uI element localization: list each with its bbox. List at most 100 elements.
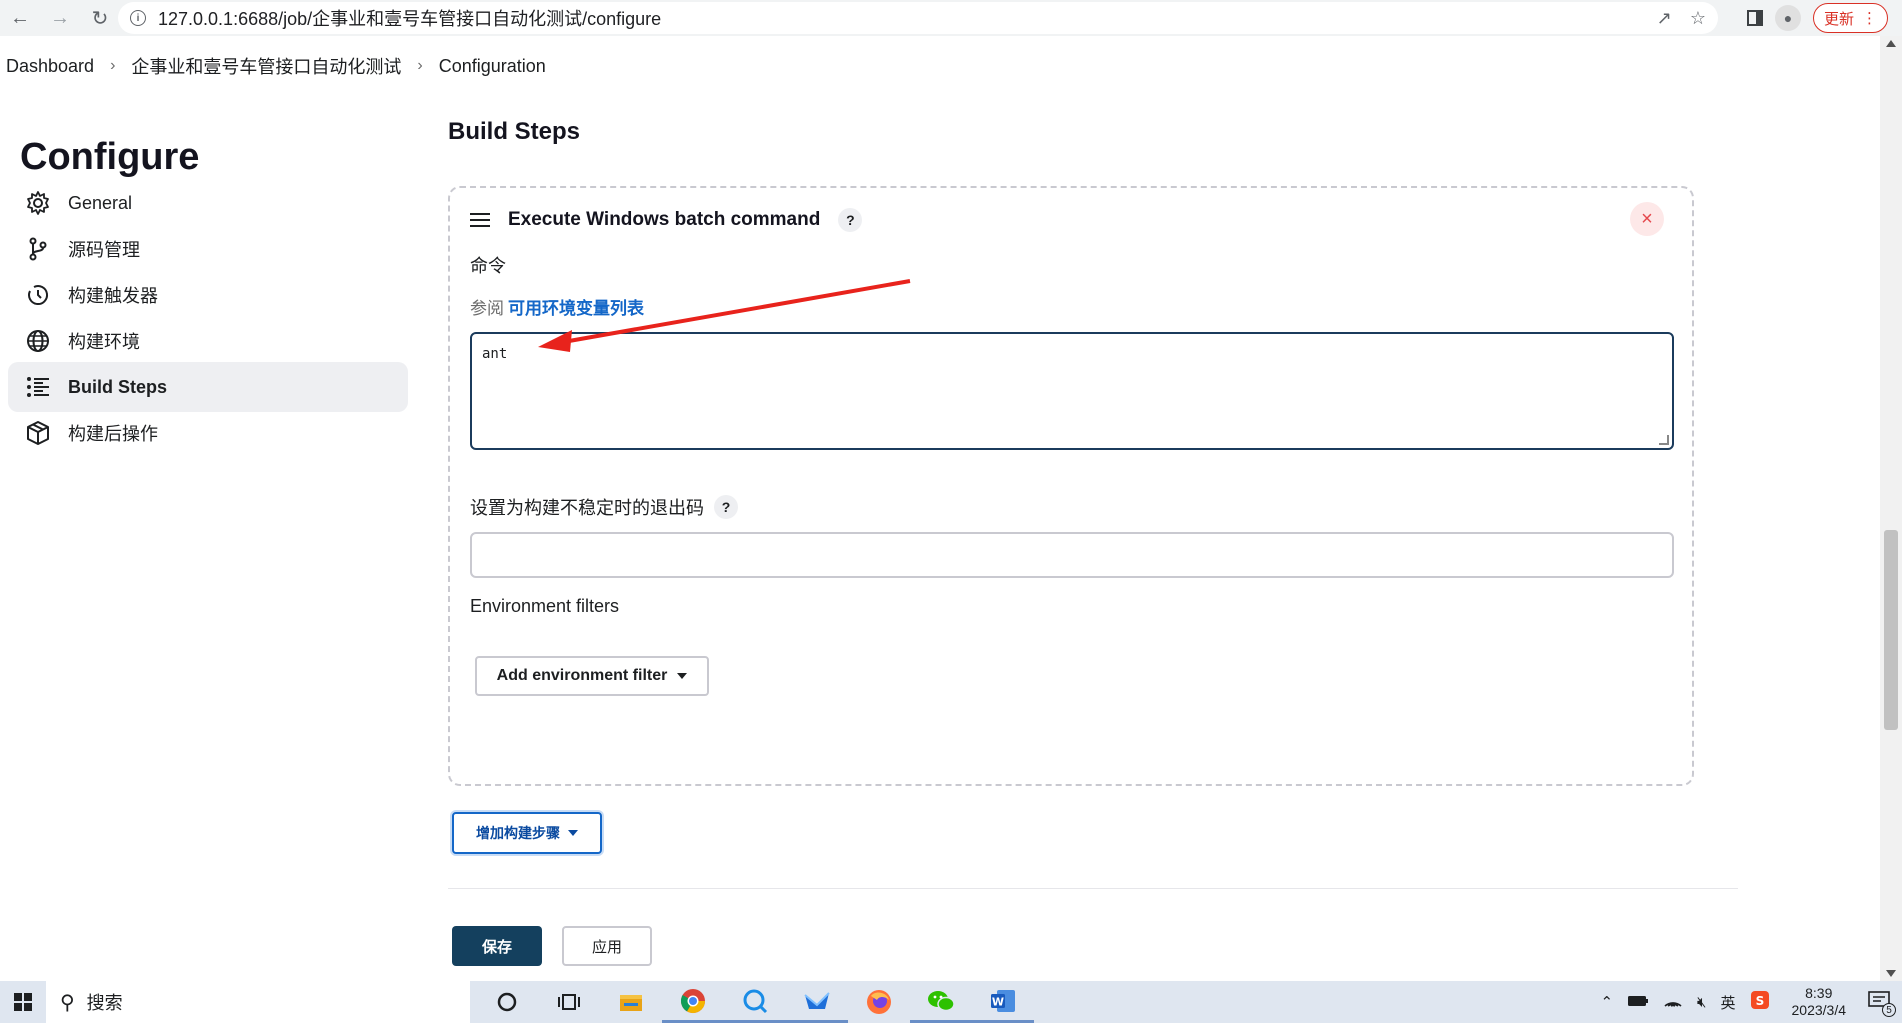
- sidebar-item-general[interactable]: General: [8, 178, 408, 228]
- see-also-prefix: 参阅: [470, 299, 504, 318]
- ime-indicator[interactable]: 英: [1720, 992, 1735, 1013]
- add-build-step-label: 增加构建步骤: [476, 825, 560, 841]
- bird-app-icon[interactable]: [786, 981, 848, 1023]
- clock-time: 8:39: [1805, 985, 1833, 1001]
- taskbar-search-label: 搜索: [86, 993, 123, 1013]
- gear-icon: [24, 189, 52, 217]
- back-icon[interactable]: ←: [0, 0, 40, 36]
- add-build-step-button[interactable]: 增加构建步骤: [452, 812, 602, 854]
- sidebar-item-build-steps[interactable]: Build Steps: [8, 362, 408, 412]
- battery-icon[interactable]: [1627, 994, 1649, 1011]
- address-bar[interactable]: i 127.0.0.1:6688/job/企事业和壹号车管接口自动化测试/con…: [118, 2, 1718, 34]
- browser-toolbar: ← → ↻ i 127.0.0.1:6688/job/企事业和壹号车管接口自动化…: [0, 0, 1902, 36]
- unstable-exit-code-label: 设置为构建不稳定时的退出码 ?: [470, 494, 738, 520]
- command-value[interactable]: ant: [482, 346, 507, 362]
- scroll-down-icon[interactable]: [1886, 970, 1896, 977]
- sidebar: Configure General 源码管理 构建触发器 构建环境 Build …: [0, 96, 420, 981]
- resize-handle-icon[interactable]: [1659, 435, 1669, 445]
- sogou-icon[interactable]: S: [1750, 990, 1770, 1014]
- caret-down-icon: [568, 830, 578, 836]
- scrollbar-thumb[interactable]: [1884, 530, 1898, 730]
- drag-handle-icon[interactable]: [470, 213, 490, 227]
- task-view-icon[interactable]: [538, 981, 600, 1023]
- breadcrumb-configuration[interactable]: Configuration: [439, 56, 546, 77]
- forward-icon[interactable]: →: [40, 0, 80, 36]
- word-icon[interactable]: W: [972, 981, 1034, 1023]
- add-environment-filter-label: Add environment filter: [496, 667, 668, 684]
- taskbar: ⚲ 搜索 W ⌃ 🔇︎ 英 S 8:39 2023/3/4 5: [0, 981, 1902, 1023]
- sidebar-item-triggers[interactable]: 构建触发器: [8, 270, 408, 320]
- see-also: 参阅 可用环境变量列表: [470, 294, 644, 319]
- help-icon[interactable]: ?: [838, 208, 863, 232]
- system-tray: ⌃ 🔇︎ 英 S 8:39 2023/3/4 5: [1600, 981, 1896, 1023]
- share-icon[interactable]: ↗: [1657, 8, 1672, 29]
- env-vars-link[interactable]: 可用环境变量列表: [508, 299, 644, 318]
- sidebar-item-label: Build Steps: [68, 376, 168, 397]
- cube-icon: [24, 419, 52, 447]
- taskbar-apps: W: [476, 981, 1034, 1023]
- notification-icon[interactable]: 5: [1868, 991, 1896, 1017]
- breadcrumb-job[interactable]: 企事业和壹号车管接口自动化测试: [131, 53, 401, 79]
- scroll-up-icon[interactable]: [1886, 40, 1896, 47]
- add-environment-filter-button[interactable]: Add environment filter: [475, 656, 709, 696]
- command-textarea[interactable]: ant: [470, 332, 1674, 450]
- apply-button[interactable]: 应用: [562, 926, 652, 966]
- cortana-icon[interactable]: [476, 981, 538, 1023]
- help-icon[interactable]: ?: [714, 495, 738, 519]
- sidebar-item-label: 构建环境: [68, 332, 140, 352]
- wechat-icon[interactable]: [910, 981, 972, 1023]
- unstable-label-text: 设置为构建不稳定时的退出码: [470, 498, 704, 518]
- step-title: Execute Windows batch command: [508, 209, 821, 230]
- chrome-icon[interactable]: [662, 981, 724, 1023]
- clock[interactable]: 8:39 2023/3/4: [1792, 985, 1847, 1019]
- caret-down-icon: [677, 673, 688, 679]
- sidebar-item-label: 构建触发器: [68, 286, 158, 306]
- reload-icon[interactable]: ↻: [80, 0, 120, 36]
- firefox-icon[interactable]: [848, 981, 910, 1023]
- sidebar-item-post-build[interactable]: 构建后操作: [8, 408, 408, 458]
- taskbar-search[interactable]: ⚲ 搜索: [46, 981, 470, 1023]
- page-scrollbar[interactable]: [1880, 36, 1902, 981]
- page-title: Configure: [20, 136, 200, 178]
- svg-text:S: S: [1755, 994, 1764, 1008]
- address-url[interactable]: 127.0.0.1:6688/job/企事业和壹号车管接口自动化测试/confi…: [158, 5, 661, 31]
- save-button[interactable]: 保存: [452, 926, 542, 966]
- breadcrumb: Dashboard › 企事业和壹号车管接口自动化测试 › Configurat…: [0, 36, 1880, 96]
- globe-icon: [24, 327, 52, 355]
- close-icon[interactable]: ×: [1630, 202, 1664, 236]
- sidebar-item-environment[interactable]: 构建环境: [8, 316, 408, 366]
- speaker-muted-icon[interactable]: 🔇︎: [1697, 994, 1706, 1011]
- messenger-app-icon[interactable]: [724, 981, 786, 1023]
- side-panel-icon[interactable]: [1746, 10, 1763, 26]
- menu-dots-icon: ⋮: [1862, 10, 1877, 27]
- divider: [448, 888, 1738, 889]
- sidebar-item-label: 源码管理: [68, 240, 140, 260]
- windows-start-icon[interactable]: [0, 981, 46, 1023]
- chevron-up-icon[interactable]: ⌃: [1600, 993, 1613, 1011]
- step-header: Execute Windows batch command ?: [470, 208, 863, 232]
- section-title: Build Steps: [448, 118, 581, 145]
- branch-icon: [24, 235, 52, 263]
- unstable-exit-code-input[interactable]: [470, 532, 1674, 578]
- env-filters-label: Environment filters: [470, 596, 620, 616]
- breadcrumb-dashboard[interactable]: Dashboard: [6, 56, 94, 77]
- file-explorer-icon[interactable]: [600, 981, 662, 1023]
- chevron-right-icon: ›: [110, 57, 116, 74]
- update-label: 更新: [1823, 10, 1854, 28]
- search-icon: ⚲: [60, 991, 75, 1014]
- sidebar-item-label: General: [68, 192, 133, 213]
- clock-icon: [24, 281, 52, 309]
- svg-text:W: W: [992, 995, 1004, 1008]
- build-step-card: Execute Windows batch command ? × 命令 参阅可…: [448, 186, 1694, 786]
- update-button[interactable]: 更新 ⋮: [1812, 3, 1888, 33]
- site-info-icon[interactable]: i: [130, 10, 146, 26]
- sidebar-item-scm[interactable]: 源码管理: [8, 224, 408, 274]
- bookmark-star-icon[interactable]: ☆: [1690, 8, 1706, 29]
- wifi-icon[interactable]: [1663, 992, 1683, 1012]
- chevron-right-icon: ›: [417, 57, 423, 74]
- notification-count: 5: [1882, 1003, 1896, 1017]
- list-icon: [24, 373, 52, 401]
- clock-date: 2023/3/4: [1791, 1002, 1847, 1018]
- profile-avatar-icon[interactable]: ●: [1774, 5, 1801, 31]
- command-label: 命令: [470, 256, 506, 276]
